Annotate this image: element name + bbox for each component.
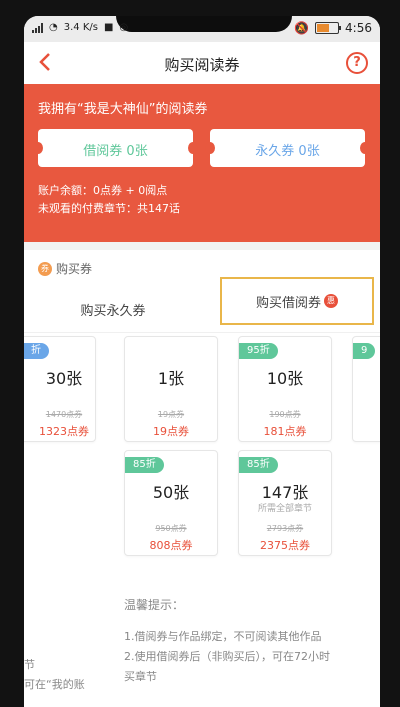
mute-icon: 🔕 bbox=[294, 21, 310, 35]
camera-notch bbox=[116, 16, 292, 32]
borrow-ticket-label: 借阅券 0张 bbox=[83, 144, 148, 159]
account-balance: 账户余额：0点券 + 0阅点 bbox=[38, 184, 168, 197]
network-speed: 3.4 K/s bbox=[63, 22, 98, 33]
permanent-ticket-card[interactable]: 永久券 0张 bbox=[205, 129, 370, 167]
borrow-ticket-card[interactable]: 借阅券 0张 bbox=[33, 129, 198, 167]
owned-tickets-title: 我拥有“我是大神仙”的阅读券 bbox=[38, 102, 208, 117]
package-note: 所需全部章节 bbox=[257, 504, 312, 514]
original-price: 19点券 bbox=[157, 410, 185, 419]
package-card[interactable]: 折 30张 1470点券 1323点券 bbox=[24, 336, 96, 442]
clock: 4:56 bbox=[345, 21, 372, 35]
signal-icon bbox=[32, 22, 43, 33]
ticket-icon: 券 bbox=[38, 261, 52, 276]
package-card[interactable]: 9 bbox=[352, 336, 380, 442]
partial-text: 节 bbox=[24, 658, 35, 671]
package-quantity: 147张 bbox=[261, 483, 309, 502]
package-card[interactable]: 1张 19点券 19点券 bbox=[124, 336, 218, 442]
sale-price: 2375点券 bbox=[260, 539, 310, 552]
original-price: 2793点券 bbox=[266, 524, 304, 533]
discount-tag: 9 bbox=[353, 343, 376, 359]
tab-borrow[interactable]: 购买借阅券 惠 bbox=[220, 277, 374, 325]
settings-icon: ◎ bbox=[119, 22, 129, 33]
tab-permanent[interactable]: 购买永久券 bbox=[24, 286, 202, 332]
discount-tag: 85折 bbox=[125, 457, 164, 473]
sale-price: 808点券 bbox=[149, 539, 193, 552]
unread-chapters: 未观看的付费章节：共147话 bbox=[38, 202, 180, 215]
status-bar: ◔ 3.4 K/s ■ ◎ 🔕 4:56 bbox=[24, 16, 380, 42]
package-card[interactable]: 85折 50张 950点券 808点券 bbox=[124, 450, 218, 556]
package-quantity: 50张 bbox=[152, 483, 190, 502]
original-price: 190点券 bbox=[269, 410, 301, 419]
tips-title: 温馨提示： bbox=[124, 598, 185, 612]
package-card[interactable]: 85折 147张 所需全部章节 2793点券 2375点券 bbox=[238, 450, 332, 556]
original-price: 950点券 bbox=[155, 524, 187, 533]
nav-bar: 购买阅读券 ? bbox=[24, 42, 380, 85]
sale-price: 1323点券 bbox=[39, 425, 89, 438]
tip-line: 1.借阅券与作品绑定，不可阅读其他作品 bbox=[124, 630, 322, 643]
status-left: ◔ 3.4 K/s ■ ◎ bbox=[32, 22, 128, 33]
page-title: 购买阅读券 bbox=[164, 56, 240, 74]
wifi-icon: ◔ bbox=[49, 22, 58, 33]
sale-price: 19点券 bbox=[153, 425, 189, 438]
discount-badge: 惠 bbox=[324, 294, 338, 308]
notification-icon: ■ bbox=[103, 22, 114, 33]
package-card[interactable]: 95折 10张 190点券 181点券 bbox=[238, 336, 332, 442]
package-quantity: 30张 bbox=[45, 369, 83, 388]
original-price: 1470点券 bbox=[45, 410, 83, 419]
app-screen: ◔ 3.4 K/s ■ ◎ 🔕 4:56 购买阅读券 ? 我拥有“我是大神仙”的… bbox=[24, 16, 380, 707]
discount-tag: 95折 bbox=[239, 343, 278, 359]
sale-price: 181点券 bbox=[263, 425, 307, 438]
section-divider bbox=[24, 242, 380, 250]
ticket-type-tabs: 购买永久券 购买借阅券 惠 bbox=[24, 277, 380, 333]
partial-text: 可在“我的账 bbox=[24, 678, 85, 691]
ticket-summary: 我拥有“我是大神仙”的阅读券 借阅券 0张 永久券 0张 账户余额：0点券 + … bbox=[24, 84, 380, 242]
tab-label: 购买借阅券 bbox=[255, 295, 321, 311]
battery-icon bbox=[315, 22, 342, 34]
status-right: 🔕 4:56 bbox=[294, 21, 372, 35]
help-icon[interactable]: ? bbox=[346, 52, 368, 74]
tab-label: 购买永久券 bbox=[80, 303, 146, 319]
tip-line: 2.使用借阅券后（非购买后），可在72小时 bbox=[124, 650, 330, 663]
discount-tag: 85折 bbox=[239, 457, 278, 473]
discount-tag: 折 bbox=[24, 343, 49, 359]
buy-section-header: 券 购买券 bbox=[38, 260, 92, 277]
phone-frame: ◔ 3.4 K/s ■ ◎ 🔕 4:56 购买阅读券 ? 我拥有“我是大神仙”的… bbox=[0, 0, 400, 707]
permanent-ticket-label: 永久券 0张 bbox=[255, 144, 320, 159]
package-quantity: 10张 bbox=[266, 369, 304, 388]
buy-section-label: 购买券 bbox=[56, 262, 93, 276]
tip-line: 买章节 bbox=[124, 670, 157, 683]
package-quantity: 1张 bbox=[157, 369, 185, 388]
